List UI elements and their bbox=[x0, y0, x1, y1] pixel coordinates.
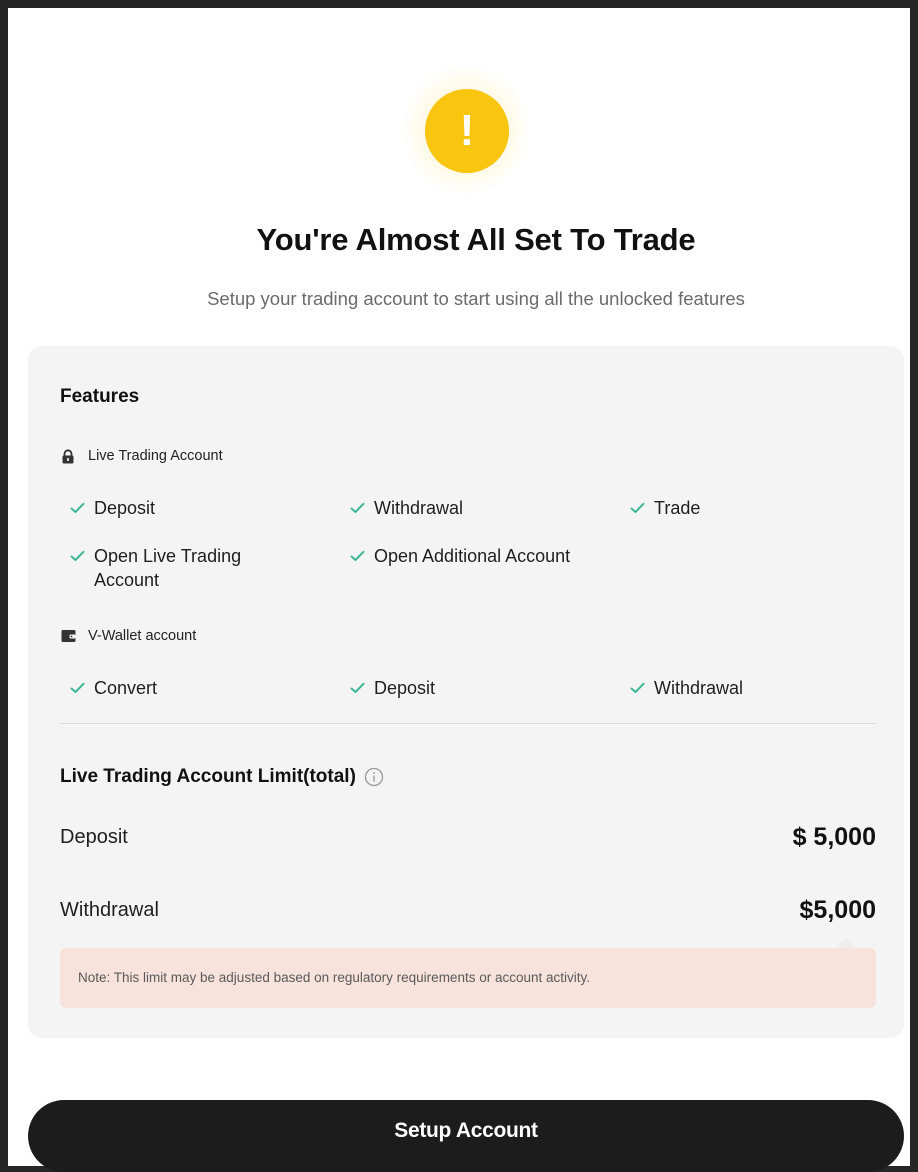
check-icon bbox=[628, 496, 646, 520]
group-title: V-Wallet account bbox=[88, 628, 197, 644]
features-panel: Features Live Trading Account Deposit Wi… bbox=[28, 346, 904, 1038]
check-icon bbox=[348, 496, 366, 520]
warning-exclamation-icon: ! bbox=[425, 89, 509, 173]
limit-withdrawal-value: $5,000 bbox=[799, 896, 876, 924]
check-icon bbox=[68, 676, 86, 700]
limit-note: Note: This limit may be adjusted based o… bbox=[60, 948, 876, 1008]
limit-section-title: Live Trading Account Limit(total) bbox=[60, 766, 384, 788]
lock-icon bbox=[60, 448, 76, 464]
check-icon bbox=[68, 496, 86, 520]
limit-deposit-label: Deposit bbox=[60, 826, 128, 848]
wallet-icon bbox=[60, 628, 76, 644]
group-live-trading: Live Trading Account bbox=[60, 448, 223, 464]
feature-item: Trade bbox=[628, 496, 700, 520]
feature-item: Open Live Trading Account bbox=[68, 544, 308, 592]
feature-item: Open Additional Account bbox=[348, 544, 588, 568]
group-title: Live Trading Account bbox=[88, 448, 223, 464]
divider bbox=[60, 723, 876, 724]
feature-item: Withdrawal bbox=[348, 496, 463, 520]
features-title: Features bbox=[60, 386, 140, 407]
feature-item: Withdrawal bbox=[628, 676, 743, 700]
setup-account-modal: ! You're Almost All Set To Trade Setup y… bbox=[8, 8, 910, 1172]
check-icon bbox=[68, 544, 86, 568]
info-icon[interactable] bbox=[364, 767, 384, 787]
feature-item: Deposit bbox=[348, 676, 435, 700]
check-icon bbox=[628, 676, 646, 700]
check-icon bbox=[348, 544, 366, 568]
limit-withdrawal-label: Withdrawal bbox=[60, 899, 159, 921]
feature-item: Deposit bbox=[68, 496, 155, 520]
setup-account-button[interactable]: Setup Account bbox=[28, 1100, 904, 1172]
group-v-wallet: V-Wallet account bbox=[60, 628, 196, 644]
page-subtitle: Setup your trading account to start usin… bbox=[207, 288, 745, 309]
check-icon bbox=[348, 676, 366, 700]
page-title: You're Almost All Set To Trade bbox=[256, 222, 696, 257]
limit-deposit-value: $ 5,000 bbox=[792, 823, 876, 851]
note-pointer bbox=[836, 938, 856, 948]
feature-item: Convert bbox=[68, 676, 157, 700]
